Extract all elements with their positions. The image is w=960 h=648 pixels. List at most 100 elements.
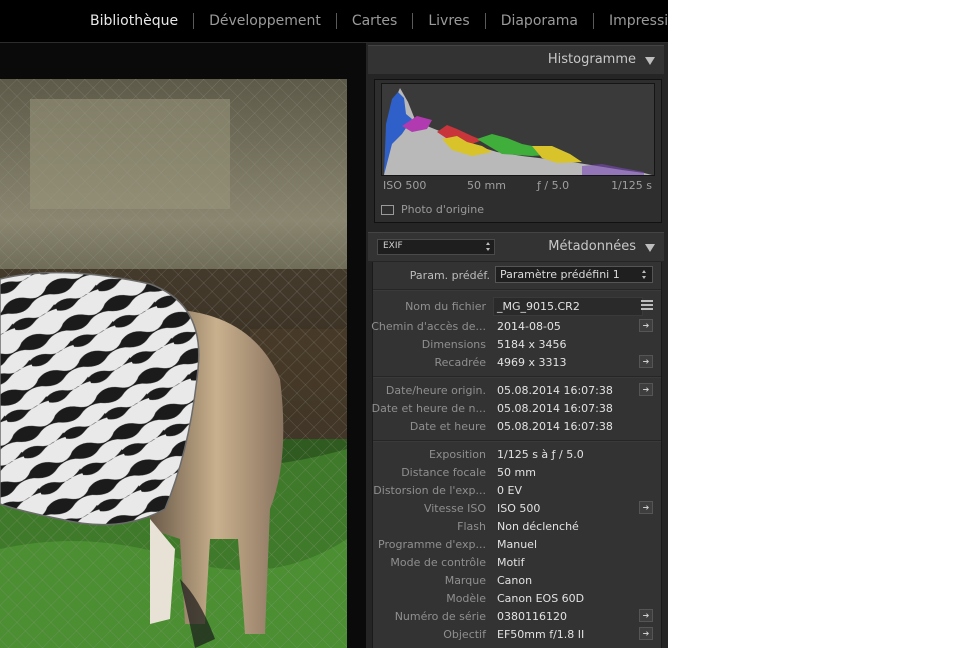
meta-value: 4969 x 3313 xyxy=(497,356,567,369)
meta-row-serial-number: Numéro de série 0380116120 ➔ xyxy=(373,607,661,625)
select-spinner-icon xyxy=(486,242,491,251)
module-livres[interactable]: Livres xyxy=(412,13,484,29)
metadata-view-value: EXIF xyxy=(383,241,403,251)
divider xyxy=(373,440,661,442)
arrow-right-icon[interactable]: ➔ xyxy=(639,383,653,396)
meta-row-date-original: Date/heure origin. 05.08.2014 16:07:38 ➔ xyxy=(373,381,661,399)
meta-row-lens: Objectif EF50mm f/1.8 II ➔ xyxy=(373,625,661,643)
meta-label: Numéro de série xyxy=(394,610,486,623)
meta-value: 05.08.2014 16:07:38 xyxy=(497,402,613,415)
meta-label: Modèle xyxy=(446,592,486,605)
meta-label: Distance focale xyxy=(401,466,486,479)
meta-row-folder: Chemin d'accès de... 2014-08-05 ➔ xyxy=(371,317,661,335)
meta-row-filename: Nom du fichier _MG_9015.CR2 xyxy=(373,297,661,316)
meta-row-date-time: Date et heure 05.08.2014 16:07:38 xyxy=(373,417,661,435)
meta-value: 0 EV xyxy=(497,484,522,497)
meta-value: 50 mm xyxy=(497,466,536,479)
collapse-triangle-icon[interactable] xyxy=(645,244,655,252)
meta-value: Motif xyxy=(497,556,525,569)
meta-row-iso: Vitesse ISO ISO 500 ➔ xyxy=(373,499,661,517)
meta-label: Mode de contrôle xyxy=(390,556,486,569)
preset-label: Param. prédéf. xyxy=(409,269,490,282)
meta-value: EF50mm f/1.8 II xyxy=(497,628,585,641)
meta-label: Flash xyxy=(457,520,486,533)
meta-value: Manuel xyxy=(497,538,537,551)
meta-value: 2014-08-05 xyxy=(497,320,561,333)
meta-value: 1/125 s à ƒ / 5.0 xyxy=(497,448,584,461)
histogram-graph[interactable] xyxy=(381,83,655,176)
meta-row-model: Modèle Canon EOS 60D xyxy=(373,589,661,607)
meta-row-cropped: Recadrée 4969 x 3313 ➔ xyxy=(373,353,661,371)
histogram-aperture: ƒ / 5.0 xyxy=(537,179,570,192)
metadata-view-select[interactable]: EXIF xyxy=(377,239,495,255)
divider xyxy=(373,289,661,291)
meta-value: 05.08.2014 16:07:38 xyxy=(497,384,613,397)
dog-photo-image xyxy=(0,79,347,648)
module-diaporama[interactable]: Diaporama xyxy=(484,13,593,29)
meta-value: Canon xyxy=(497,574,533,587)
original-photo-label: Photo d'origine xyxy=(401,203,484,216)
meta-label: Date et heure de n... xyxy=(371,402,486,415)
right-panel: Histogramme ISO 500 50 mm ƒ / 5.0 1/125 … xyxy=(366,43,668,648)
meta-label: Objectif xyxy=(443,628,486,641)
meta-label: Recadrée xyxy=(434,356,486,369)
meta-row-focal-length: Distance focale 50 mm xyxy=(373,463,661,481)
original-photo-toggle[interactable]: Photo d'origine xyxy=(381,203,484,216)
meta-row-flash: Flash Non déclenché xyxy=(373,517,661,535)
meta-row-exposure-program: Programme d'exp... Manuel xyxy=(373,535,661,553)
lightroom-window: Bibliothèque Développement Cartes Livres… xyxy=(0,0,668,648)
meta-label: Marque xyxy=(444,574,486,587)
meta-value: _MG_9015.CR2 xyxy=(497,300,580,313)
preset-select[interactable]: Paramètre prédéfini 1 xyxy=(495,266,653,283)
meta-label: Vitesse ISO xyxy=(423,502,486,515)
meta-row-make: Marque Canon xyxy=(373,571,661,589)
meta-label: Date et heure xyxy=(409,420,486,433)
meta-label: Exposition xyxy=(428,448,486,461)
histogram-focal: 50 mm xyxy=(467,179,506,192)
meta-row-metering-mode: Mode de contrôle Motif xyxy=(373,553,661,571)
meta-value: Canon EOS 60D xyxy=(497,592,585,605)
preset-value: Paramètre prédéfini 1 xyxy=(500,268,620,281)
meta-value: 5184 x 3456 xyxy=(497,338,567,351)
arrow-right-icon[interactable]: ➔ xyxy=(639,501,653,514)
histogram-iso: ISO 500 xyxy=(383,179,427,192)
module-impression[interactable]: Impression xyxy=(592,13,668,29)
divider xyxy=(373,376,661,378)
meta-value: 05.08.2014 16:07:38 xyxy=(497,420,613,433)
select-spinner-icon xyxy=(642,270,647,279)
meta-label: Programme d'exp... xyxy=(378,538,486,551)
metadata-header[interactable]: EXIF Métadonnées xyxy=(368,232,664,261)
loupe-view xyxy=(0,43,366,648)
histogram-shutter: 1/125 s xyxy=(611,179,652,192)
list-icon[interactable] xyxy=(641,300,653,312)
meta-row-exposure-bias: Distorsion de l'exp... 0 EV xyxy=(373,481,661,499)
meta-value: 0380116120 xyxy=(497,610,567,623)
module-picker: Bibliothèque Développement Cartes Livres… xyxy=(0,0,668,43)
meta-label: Nom du fichier xyxy=(405,300,486,313)
meta-row-exposure: Exposition 1/125 s à ƒ / 5.0 xyxy=(373,445,661,463)
meta-label: Distorsion de l'exp... xyxy=(373,484,486,497)
module-cartes[interactable]: Cartes xyxy=(335,13,413,29)
meta-value: ISO 500 xyxy=(497,502,541,515)
histogram-curves xyxy=(384,88,652,175)
original-photo-checkbox[interactable] xyxy=(381,204,394,215)
module-bibliotheque[interactable]: Bibliothèque xyxy=(90,13,193,29)
arrow-right-icon[interactable]: ➔ xyxy=(639,319,653,332)
collapse-triangle-icon[interactable] xyxy=(645,57,655,65)
arrow-right-icon[interactable]: ➔ xyxy=(639,627,653,640)
metadata-title: Métadonnées xyxy=(548,239,636,254)
photo-preview[interactable] xyxy=(0,79,347,648)
histogram-panel: ISO 500 50 mm ƒ / 5.0 1/125 s Photo d'or… xyxy=(374,79,662,223)
meta-row-date-digitized: Date et heure de n... 05.08.2014 16:07:3… xyxy=(371,399,661,417)
meta-label: Chemin d'accès de... xyxy=(371,320,486,333)
histogram-title: Histogramme xyxy=(547,52,636,67)
meta-label: Dimensions xyxy=(421,338,486,351)
metadata-panel: Param. prédéf. Paramètre prédéfini 1 Nom… xyxy=(371,262,662,648)
meta-row-dimensions: Dimensions 5184 x 3456 xyxy=(373,335,661,353)
histogram-header[interactable]: Histogramme xyxy=(368,45,664,74)
meta-label: Date/heure origin. xyxy=(385,384,486,397)
meta-value: Non déclenché xyxy=(497,520,579,533)
module-developpement[interactable]: Développement xyxy=(193,13,336,29)
arrow-right-icon[interactable]: ➔ xyxy=(639,355,653,368)
arrow-right-icon[interactable]: ➔ xyxy=(639,609,653,622)
